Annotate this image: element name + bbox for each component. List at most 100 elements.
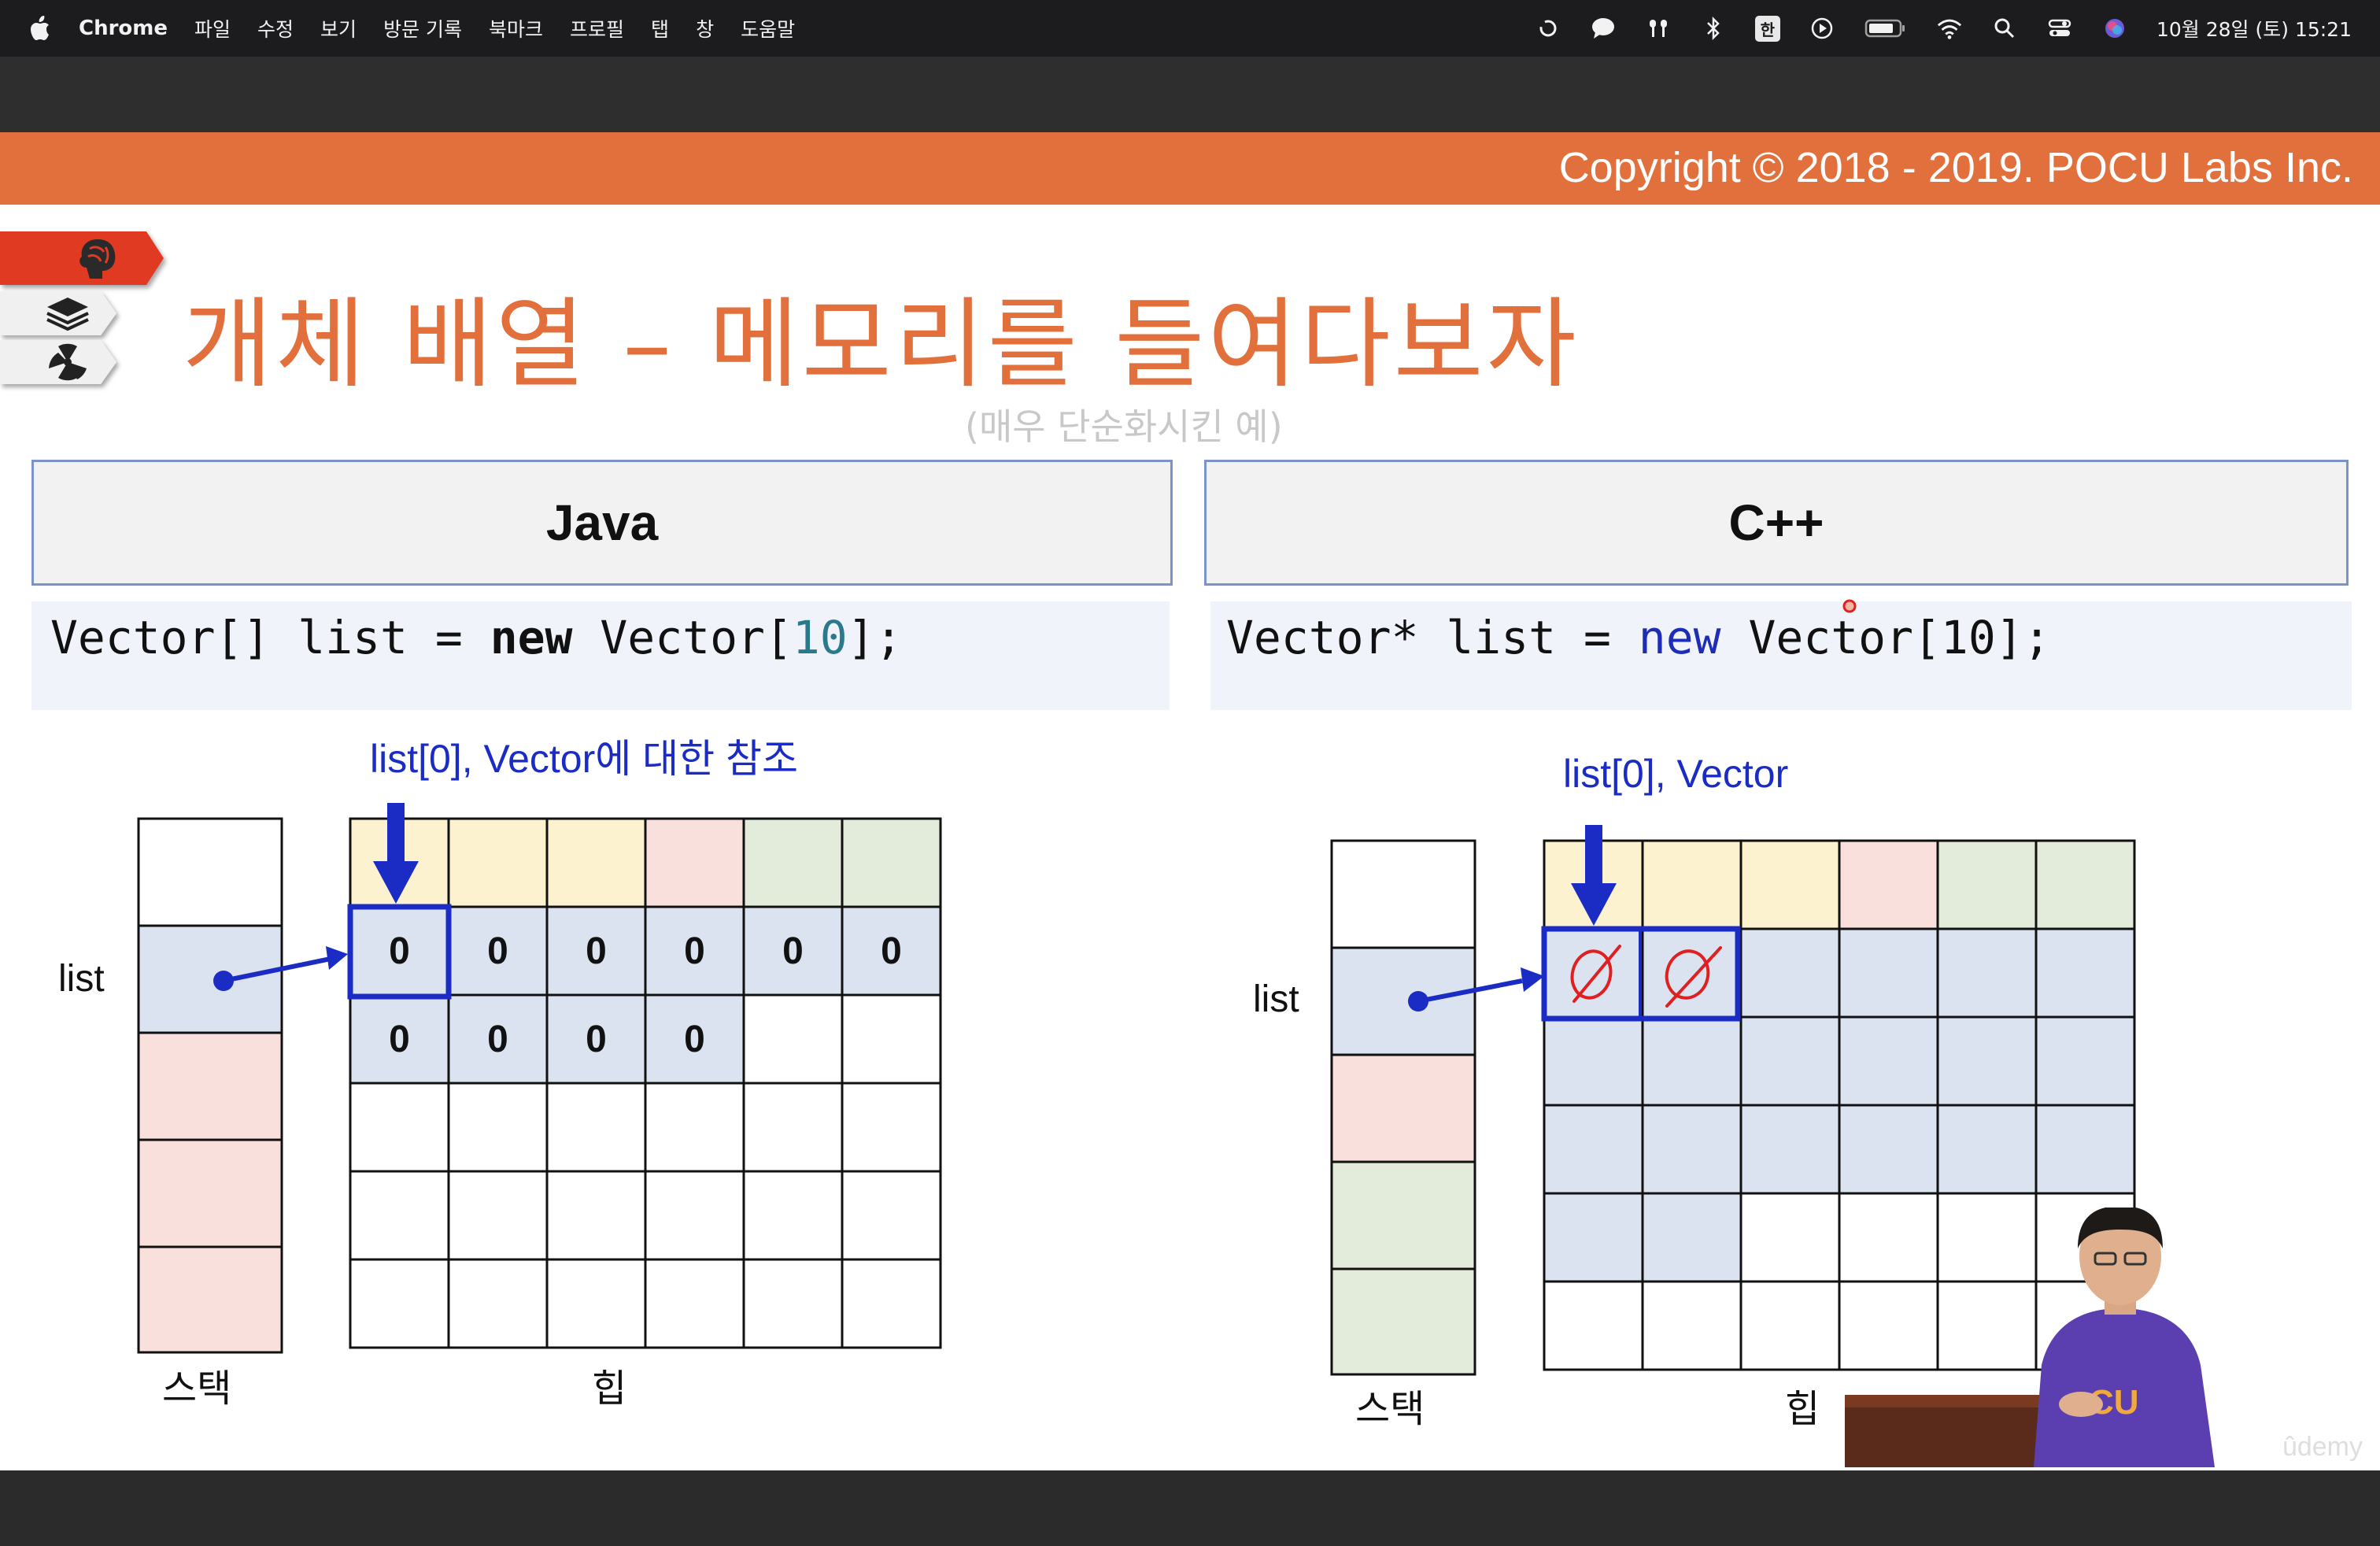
java-stack <box>137 817 283 1354</box>
java-heap-cell <box>841 1082 942 1173</box>
java-heap-cell <box>644 817 745 908</box>
menu-edit[interactable]: 수정 <box>257 14 294 43</box>
cpp-heap-cell <box>1543 1192 1644 1283</box>
cpp-heap-cell <box>1936 927 2038 1019</box>
siri-icon[interactable] <box>2101 15 2128 42</box>
java-heap-value: 0 <box>586 930 607 972</box>
cpp-stack-cell-list <box>1330 946 1476 1056</box>
menu-tab[interactable]: 탭 <box>651 14 669 43</box>
cpp-heap-cell <box>1739 1192 1841 1283</box>
java-heap-value: 0 <box>684 930 705 972</box>
menu-window[interactable]: 창 <box>696 14 714 43</box>
menu-bookmarks[interactable]: 북마크 <box>489 14 543 43</box>
cpp-heap-cell <box>1641 1015 1743 1107</box>
menu-bar: Chrome 파일 수정 보기 방문 기록 북마크 프로필 탭 창 도움말 한 <box>0 0 2380 57</box>
java-heap-value: 0 <box>782 930 804 972</box>
cpp-heap-cell <box>2034 1015 2136 1107</box>
java-heap-cell <box>447 1170 549 1261</box>
java-heap-value: 0 <box>389 930 410 972</box>
menu-view[interactable]: 보기 <box>320 14 357 43</box>
cpp-heap-cell <box>2034 839 2136 930</box>
cpp-heap-cell <box>1838 1104 1939 1195</box>
java-heap-cell <box>644 1258 745 1349</box>
bluetooth-icon[interactable] <box>1700 15 1727 42</box>
java-heap-cell <box>742 1170 844 1261</box>
cpp-heap-cell <box>1936 839 2038 930</box>
menu-file[interactable]: 파일 <box>194 14 231 43</box>
cpp-heap-cell <box>2034 1104 2136 1195</box>
cpp-stack-cell <box>1330 1160 1476 1270</box>
java-heap-cell <box>349 1258 450 1349</box>
java-stack-cell-list <box>137 924 283 1034</box>
chat-icon[interactable] <box>1590 15 1617 42</box>
java-heap-value: 0 <box>487 930 508 972</box>
java-heap-cell <box>545 1258 647 1349</box>
cpp-heap-cell <box>1641 1192 1743 1283</box>
cpp-pointer-arrowhead <box>1521 967 1544 992</box>
creative-cloud-icon[interactable] <box>1535 15 1561 42</box>
cpp-heap-cell <box>1641 927 1743 1019</box>
java-heap-cell <box>447 817 549 908</box>
java-heap-cell <box>545 1170 647 1261</box>
wifi-icon[interactable] <box>1936 15 1963 42</box>
video-letterbox-top <box>0 57 2380 132</box>
java-heap-value: 0 <box>586 1019 607 1060</box>
cpp-stack-label: 스택 <box>1355 1389 1425 1430</box>
apple-icon[interactable] <box>28 15 52 42</box>
java-heap-cell <box>742 993 844 1085</box>
cpp-stack-cell <box>1330 1053 1476 1163</box>
java-heap-cell <box>841 993 942 1085</box>
java-heap-value: 0 <box>389 1019 410 1060</box>
cpp-heap-cell <box>1739 1280 1841 1371</box>
cpp-heap-cell <box>1543 927 1644 1019</box>
java-heap-cell <box>841 1170 942 1261</box>
cpp-heap-cell <box>1739 1015 1841 1107</box>
cpp-heap-cell <box>1838 839 1939 930</box>
java-heap-cell <box>742 1258 844 1349</box>
java-heap-cell <box>742 817 844 908</box>
cpp-heap-cell <box>1936 1104 2038 1195</box>
java-heap-cell <box>545 1082 647 1173</box>
lecture-slide: Copyright © 2018 - 2019. POCU Labs Inc. … <box>0 132 2380 1470</box>
java-stack-cell <box>137 817 283 927</box>
cpp-list-label: list <box>1253 978 1299 1020</box>
udemy-watermark: ûdemy <box>2282 1432 2363 1462</box>
cpp-heap-cell <box>1739 839 1841 930</box>
java-stack-cell <box>137 1245 283 1354</box>
menu-profile[interactable]: 프로필 <box>570 14 624 43</box>
app-name[interactable]: Chrome <box>79 17 168 40</box>
java-heap-cell <box>545 817 647 908</box>
java-heap-cell <box>349 1170 450 1261</box>
cpp-heap-cell <box>1543 1015 1644 1107</box>
clock[interactable]: 10월 28일 (토) 15:21 <box>2156 14 2352 43</box>
cpp-heap-cell <box>1838 1015 1939 1107</box>
java-heap-cell <box>644 1170 745 1261</box>
cpp-heap-cell <box>1739 1104 1841 1195</box>
java-heap-cell <box>349 1082 450 1173</box>
video-letterbox-bottom <box>0 1470 2380 1546</box>
battery-icon[interactable] <box>1864 15 1908 42</box>
cpp-heap-cell <box>1641 839 1743 930</box>
java-stack-cell <box>137 1031 283 1141</box>
java-heap-cell <box>841 817 942 908</box>
java-heap-value: 0 <box>881 930 902 972</box>
java-heap-value: 0 <box>684 1019 705 1060</box>
cpp-heap-cell <box>1641 1104 1743 1195</box>
cpp-heap-cell <box>1838 927 1939 1019</box>
airpods-icon[interactable] <box>1645 15 1672 42</box>
java-heap-cell <box>644 1082 745 1173</box>
java-heap-value: 0 <box>487 1019 508 1060</box>
control-center-icon[interactable] <box>2046 15 2073 42</box>
input-method-indicator[interactable]: 한 <box>1754 15 1780 42</box>
menu-history[interactable]: 방문 기록 <box>383 14 462 43</box>
java-heap: 0 0 0 0 0 0 0 0 0 0 <box>349 817 942 1349</box>
cpp-heap-cell <box>2034 927 2136 1019</box>
menu-help[interactable]: 도움말 <box>741 14 795 43</box>
cpp-heap-cell <box>1641 1280 1743 1371</box>
cpp-heap-label: 힙 <box>1785 1389 1820 1430</box>
play-icon[interactable] <box>1809 15 1835 42</box>
java-stack-cell <box>137 1138 283 1248</box>
presenter-video-overlay: CU <box>1845 1206 2286 1470</box>
search-icon[interactable] <box>1991 15 2018 42</box>
java-heap-cell <box>447 1082 549 1173</box>
